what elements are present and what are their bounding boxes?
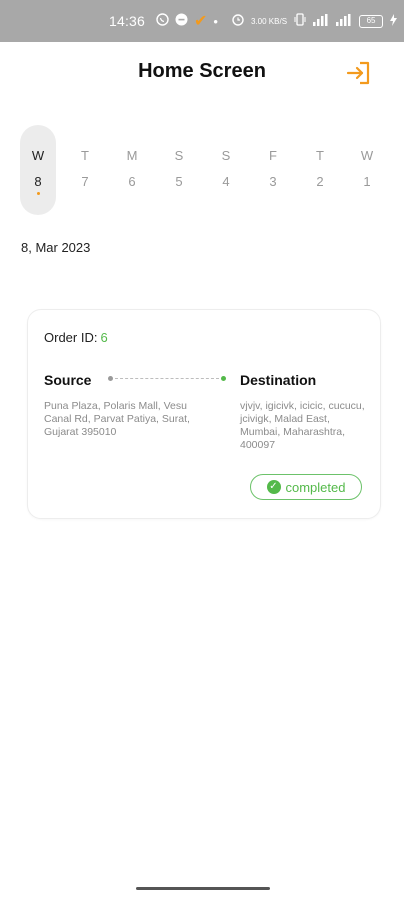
day-weekday: S xyxy=(174,148,184,163)
battery-icon: 65 xyxy=(359,15,384,28)
order-card[interactable]: Order ID: 6 Source Destination Puna Plaza… xyxy=(27,309,381,519)
day-number: 2 xyxy=(316,174,324,189)
source-label: Source xyxy=(44,372,92,388)
route-dashed-line xyxy=(115,378,219,379)
day-weekday: F xyxy=(269,148,277,163)
status-time: 14:36 xyxy=(109,13,146,29)
day-number: 6 xyxy=(128,174,136,189)
signal-icon xyxy=(313,13,329,30)
order-id-label: Order ID: xyxy=(44,330,98,345)
data-speed-icon: 3.00 KB/S xyxy=(251,16,288,26)
day-weekday: M xyxy=(126,148,138,163)
day-number: 3 xyxy=(269,174,277,189)
day-item[interactable]: S 4 xyxy=(208,125,244,215)
day-item[interactable]: T 7 xyxy=(67,125,103,215)
day-number: 7 xyxy=(81,174,89,189)
day-item[interactable]: S 5 xyxy=(161,125,197,215)
day-weekday: S xyxy=(221,148,231,163)
selected-day-dot xyxy=(37,192,40,195)
status-text: completed xyxy=(285,479,346,495)
signal-icon xyxy=(336,13,352,30)
destination-address: vjvjv, igicivk, icicic, cucucu, jcivigk,… xyxy=(240,400,365,451)
day-weekday: W xyxy=(360,148,374,163)
destination-label: Destination xyxy=(240,372,317,388)
whatsapp-icon xyxy=(156,13,169,30)
day-number: 1 xyxy=(363,174,371,189)
order-id-value: 6 xyxy=(100,330,108,345)
route-connector xyxy=(108,376,226,382)
dot-icon: • xyxy=(213,13,218,29)
status-badge: ✓ completed xyxy=(250,474,362,500)
day-weekday: W xyxy=(31,148,45,163)
selected-date: 8, Mar 2023 xyxy=(21,240,91,255)
check-icon: ✔ xyxy=(194,12,208,30)
logout-button[interactable] xyxy=(344,58,374,88)
route-start-dot xyxy=(108,376,113,381)
day-item[interactable]: T 2 xyxy=(302,125,338,215)
check-circle-icon: ✓ xyxy=(266,480,281,494)
alarm-icon xyxy=(232,13,244,30)
route-end-dot xyxy=(221,376,226,381)
charging-icon xyxy=(390,13,398,30)
day-number: 4 xyxy=(222,174,230,189)
day-number: 5 xyxy=(175,174,183,189)
minus-circle-icon xyxy=(175,13,188,30)
day-weekday: T xyxy=(81,148,89,163)
vibrate-icon xyxy=(294,13,306,30)
week-strip: W 8 T 7 M 6 S 5 S 4 F 3 T 2 W 1 xyxy=(20,125,390,215)
day-number: 8 xyxy=(34,174,42,189)
day-item[interactable]: M 6 xyxy=(114,125,150,215)
logout-icon xyxy=(346,61,370,85)
day-item[interactable]: W 8 xyxy=(20,125,56,215)
home-indicator[interactable] xyxy=(136,887,270,890)
status-bar: 14:36 ✔ • 3.00 KB/S 65 xyxy=(0,0,404,42)
source-address: Puna Plaza, Polaris Mall, Vesu Canal Rd,… xyxy=(44,400,190,438)
day-item[interactable]: W 1 xyxy=(349,125,385,215)
day-weekday: T xyxy=(316,148,324,163)
day-item[interactable]: F 3 xyxy=(255,125,291,215)
order-id: Order ID: 6 xyxy=(44,330,108,345)
